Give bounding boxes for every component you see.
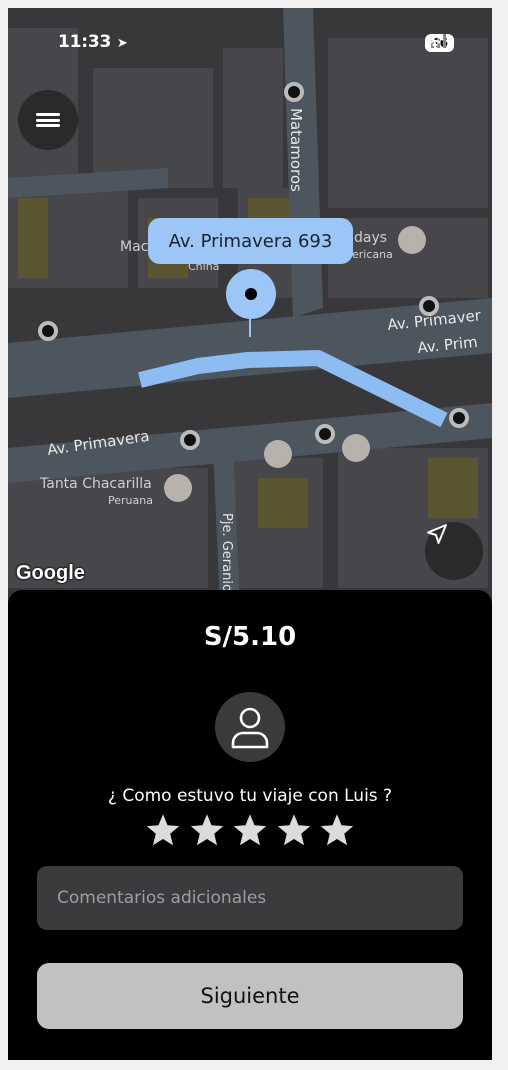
rating-question: ¿ Como estuvo tu viaje con Luis ?: [107, 786, 393, 806]
comment-input[interactable]: [37, 866, 463, 930]
status-bar: 11:33 ➤ 46: [8, 8, 492, 78]
map-view[interactable]: Matamoros Av. Primavera Av. Primaver Av.…: [8, 8, 492, 608]
wifi-icon: [426, 35, 445, 48]
star-rating: [145, 812, 355, 848]
map-attribution: Google: [16, 562, 85, 584]
star-icon[interactable]: [319, 812, 355, 848]
user-icon: [231, 707, 269, 749]
poi-label-days: days: [354, 230, 387, 246]
star-icon[interactable]: [232, 812, 268, 848]
phone-screen: Matamoros Av. Primavera Av. Primaver Av.…: [8, 8, 492, 1060]
poi-label-peruana: Peruana: [108, 494, 153, 507]
menu-icon: [36, 111, 60, 130]
star-icon[interactable]: [145, 812, 181, 848]
star-icon[interactable]: [276, 812, 312, 848]
driver-avatar: [215, 692, 285, 762]
status-time: 11:33 ➤: [58, 32, 128, 52]
poi-label-mac: Mac: [120, 239, 148, 255]
status-icons: 46: [425, 34, 454, 52]
menu-button[interactable]: [18, 90, 78, 150]
poi-label-ericana: ericana: [352, 248, 393, 261]
street-label-matamoros: Matamoros: [287, 108, 305, 192]
trip-rating-sheet: S/5.10 ¿ Como estuvo tu viaje con Luis ?…: [8, 590, 492, 1060]
street-label-geranio: Pje. Geranio: [219, 513, 234, 592]
pickup-address-label: Av. Primavera 693: [148, 218, 353, 264]
star-icon[interactable]: [189, 812, 225, 848]
pickup-location-pin: [226, 269, 276, 319]
next-button[interactable]: Siguiente: [37, 963, 463, 1029]
poi-label-tanta: Tanta Chacarilla: [39, 476, 152, 492]
navigation-arrow-icon: [427, 524, 447, 544]
recenter-button[interactable]: [425, 522, 483, 580]
trip-fare: S/5.10: [203, 622, 297, 652]
location-arrow-icon: ➤: [116, 36, 128, 51]
pin-stem: [249, 319, 251, 337]
